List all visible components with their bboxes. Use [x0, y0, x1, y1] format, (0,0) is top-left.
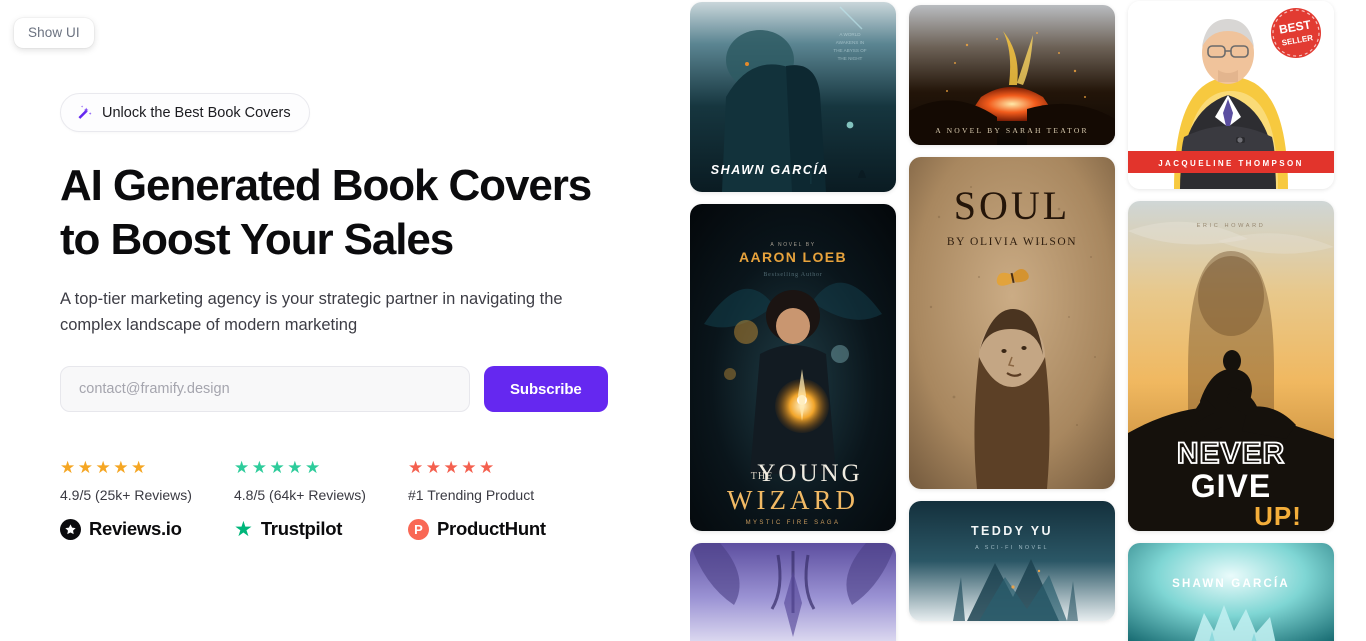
- hero-subtitle: A top-tier marketing agency is your stra…: [60, 290, 563, 334]
- svg-text:SOUL: SOUL: [954, 183, 1070, 228]
- svg-text:THE ABYSS OF: THE ABYSS OF: [833, 48, 866, 53]
- email-input[interactable]: [60, 366, 470, 412]
- brand-reviewsio[interactable]: Reviews.io: [60, 518, 234, 540]
- svg-text:TEDDY YU: TEDDY YU: [971, 524, 1053, 538]
- rating-reviewsio: ★★★★★ 4.9/5 (25k+ Reviews) Reviews.io: [60, 459, 234, 540]
- reviewsio-star-badge-icon: [60, 518, 81, 540]
- magic-wand-icon: [78, 105, 92, 119]
- cover-young-wizard[interactable]: A NOVEL BY AARON LOEB Bestselling Author…: [690, 204, 896, 531]
- subscribe-form: Subscribe: [60, 366, 690, 412]
- star-rating-icon: ★★★★★: [234, 458, 323, 477]
- brand-name: ProductHunt: [437, 518, 546, 539]
- brand-producthunt[interactable]: P ProductHunt: [408, 518, 546, 540]
- svg-text:THE NIGHT: THE NIGHT: [838, 56, 863, 61]
- cover-shawn-garcia-teal[interactable]: SHAWN GARCÍA: [1128, 543, 1334, 641]
- brand-trustpilot[interactable]: ★ Trustpilot: [234, 518, 408, 540]
- cover-never-give-up[interactable]: ERIC HOWARD NEVER GIVE UP!: [1128, 201, 1334, 531]
- subscribe-button[interactable]: Subscribe: [484, 366, 608, 412]
- headline-line-1: AI Generated Book Covers: [60, 161, 592, 210]
- gallery-column-1: A WORLD AWAKENS IN THE ABYSS OF THE NIGHT …: [690, 2, 896, 641]
- brand-name: Trustpilot: [260, 518, 343, 539]
- cover-teddy-yu[interactable]: TEDDY YU A SCI-FI NOVEL: [909, 501, 1115, 621]
- star-rating-icon: ★★★★★: [408, 458, 497, 477]
- hero-panel: Unlock the Best Book Covers AI Generated…: [0, 0, 690, 641]
- svg-text:MYSTIC FIRE SAGA: MYSTIC FIRE SAGA: [746, 520, 841, 526]
- svg-text:GIVE: GIVE: [1191, 468, 1271, 504]
- rating-text: #1 Trending Product: [408, 487, 535, 503]
- svg-text:SHAWN GARCÍA: SHAWN GARCÍA: [1172, 577, 1290, 590]
- book-cover-gallery: A WORLD AWAKENS IN THE ABYSS OF THE NIGHT …: [690, 0, 1366, 641]
- svg-text:WIZARD: WIZARD: [727, 485, 859, 515]
- rating-text: 4.9/5 (25k+ Reviews): [60, 487, 192, 503]
- svg-text:NEVER: NEVER: [1177, 437, 1285, 470]
- svg-text:AWAKENS IN: AWAKENS IN: [836, 40, 865, 45]
- rating-producthunt: ★★★★★ #1 Trending Product P ProductHunt: [408, 459, 546, 540]
- rating-text: 4.8/5 (64k+ Reviews): [234, 487, 366, 503]
- svg-text:AARON LOEB: AARON LOEB: [739, 249, 847, 265]
- page-title: AI Generated Book Covers to Boost Your S…: [60, 159, 620, 267]
- trustpilot-star-icon: ★: [234, 517, 253, 541]
- svg-text:BY OLIVIA WILSON: BY OLIVIA WILSON: [947, 236, 1077, 248]
- star-rating-icon: ★★★★★: [60, 458, 149, 477]
- unlock-badge-label: Unlock the Best Book Covers: [102, 104, 291, 121]
- gallery-column-2: A NOVEL BY SARAH TEATOR SOUL BY OLIVIA W…: [909, 5, 1115, 641]
- cover-sarah-teator-volcano[interactable]: A NOVEL BY SARAH TEATOR: [909, 5, 1115, 145]
- rating-trustpilot: ★★★★★ 4.8/5 (64k+ Reviews) ★ Trustpilot: [234, 459, 408, 540]
- unlock-badge[interactable]: Unlock the Best Book Covers: [60, 93, 310, 132]
- svg-text:UP!: UP!: [1254, 501, 1302, 531]
- brand-name: Reviews.io: [89, 518, 182, 539]
- landing-page: Show UI Unlock the Best Book Covers AI G…: [0, 0, 1366, 641]
- svg-text:A NOVEL BY SARAH TEATOR: A NOVEL BY SARAH TEATOR: [935, 126, 1089, 135]
- svg-text:JACQUELINE THOMPSON: JACQUELINE THOMPSON: [1158, 159, 1304, 168]
- ratings-row: ★★★★★ 4.9/5 (25k+ Reviews) Reviews.io ★★…: [60, 459, 690, 540]
- gallery-column-3: BEST SELLER JACQUELINE THOMPSON ERIC HOW…: [1128, 1, 1334, 641]
- svg-text:Bestselling Author: Bestselling Author: [763, 272, 822, 278]
- svg-text:ERIC HOWARD: ERIC HOWARD: [1197, 223, 1266, 229]
- cover-jacqueline-thompson[interactable]: BEST SELLER JACQUELINE THOMPSON: [1128, 1, 1334, 189]
- svg-text:A SCI-FI NOVEL: A SCI-FI NOVEL: [975, 545, 1049, 551]
- producthunt-p-icon: P: [408, 518, 429, 540]
- cover-soul[interactable]: SOUL BY OLIVIA WILSON: [909, 157, 1115, 489]
- headline-line-2: to Boost Your Sales: [60, 215, 454, 264]
- svg-text:YOUNG: YOUNG: [757, 460, 862, 487]
- cover-shawn-garcia-scifi[interactable]: A WORLD AWAKENS IN THE ABYSS OF THE NIGHT …: [690, 2, 896, 192]
- svg-text:A NOVEL BY: A NOVEL BY: [770, 242, 815, 248]
- cover-purple-fantasy[interactable]: [690, 543, 896, 641]
- svg-text:A WORLD: A WORLD: [839, 32, 861, 37]
